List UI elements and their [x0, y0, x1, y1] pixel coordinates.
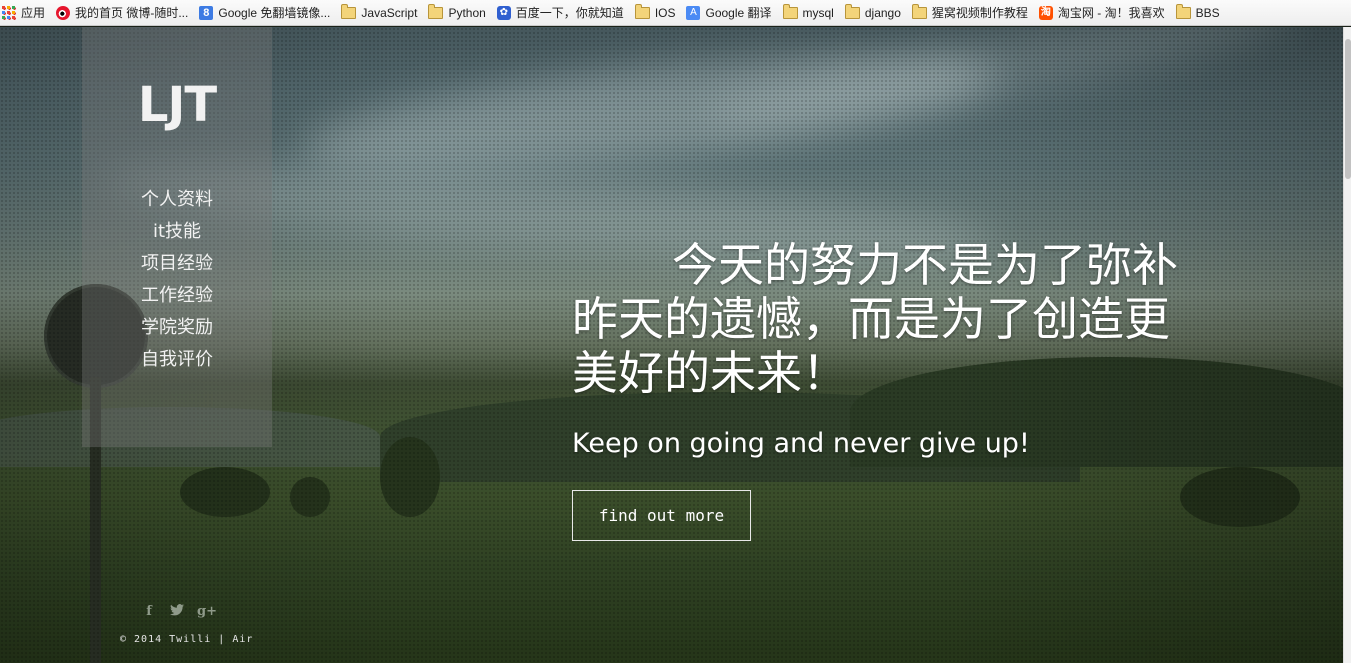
bookmark-label: mysql [802, 5, 834, 20]
find-out-more-button[interactable]: find out more [572, 490, 751, 541]
bookmark-taobao[interactable]: 淘 淘宝网 - 淘！我喜欢 [1038, 2, 1165, 24]
nav-item-awards[interactable]: 学院奖励 [82, 312, 272, 344]
social-links: f g+ [141, 604, 217, 620]
folder-icon [911, 3, 927, 19]
folder-icon [341, 3, 357, 19]
folder-icon [844, 3, 860, 19]
bookmark-apps[interactable]: 应用 [2, 2, 45, 24]
bookmark-folder-django[interactable]: django [844, 2, 901, 24]
bookmark-label: django [864, 5, 901, 20]
sidebar-nav: 个人资料 it技能 项目经验 工作经验 学院奖励 自我评价 [82, 184, 272, 376]
copyright-text: © 2014 Twilli | Air [120, 634, 254, 645]
bookmark-label: 淘宝网 - 淘！我喜欢 [1057, 6, 1165, 20]
apps-icon [2, 5, 16, 20]
nav-item-self-evaluation[interactable]: 自我评价 [82, 344, 272, 376]
google-translate-icon: A [686, 5, 701, 20]
bookmark-folder-video[interactable]: 猩窝视频制作教程 [911, 2, 1028, 24]
hero-subline: Keep on going and never give up! [572, 428, 1030, 459]
sidebar: LJT 个人资料 it技能 项目经验 工作经验 学院奖励 自我评价 [82, 27, 272, 447]
bookmark-baidu[interactable]: ✿ 百度一下，你就知道 [496, 2, 624, 24]
google-plus-icon[interactable]: g+ [197, 604, 217, 620]
bookmark-label: JavaScript [361, 5, 418, 20]
bookmark-folder-bbs[interactable]: BBS [1175, 2, 1220, 24]
bookmark-weibo[interactable]: 我的首页 微博-随时... [56, 2, 188, 24]
nav-item-work[interactable]: 工作经验 [82, 280, 272, 312]
bookmark-folder-javascript[interactable]: JavaScript [341, 2, 417, 24]
bookmark-folder-python[interactable]: Python [428, 2, 486, 24]
page-scrollbar[interactable] [1343, 27, 1351, 663]
nav-item-projects[interactable]: 项目经验 [82, 248, 272, 280]
baidu-icon: ✿ [496, 5, 511, 20]
bookmark-google-mirror[interactable]: 8 Google 免翻墙镜像... [199, 2, 330, 24]
bookmark-label: 百度一下，你就知道 [515, 6, 624, 20]
bookmark-label: 猩窝视频制作教程 [931, 6, 1028, 20]
site-logo[interactable]: LJT [82, 77, 272, 133]
bookmark-folder-mysql[interactable]: mysql [782, 2, 834, 24]
folder-icon [634, 3, 650, 19]
bookmarks-bar: 应用 我的首页 微博-随时... 8 Google 免翻墙镜像... JavaS… [0, 0, 1351, 26]
bookmark-label: Google 翻译 [705, 6, 772, 20]
bookmark-label: 应用 [21, 6, 46, 20]
folder-icon [782, 3, 798, 19]
taobao-icon: 淘 [1038, 5, 1053, 20]
hero-headline: 今天的努力不是为了弥补昨天的遗憾，而是为了创造更美好的未来！ [572, 238, 1178, 400]
bookmark-google-translate[interactable]: A Google 翻译 [686, 2, 772, 24]
bookmark-label: Python [448, 5, 486, 20]
bookmark-folder-ios[interactable]: IOS [634, 2, 676, 24]
scrollbar-thumb[interactable] [1345, 39, 1351, 179]
bookmark-label: 我的首页 微博-随时... [75, 6, 189, 20]
bookmark-label: Google 免翻墙镜像... [218, 6, 331, 20]
folder-icon [428, 3, 444, 19]
google-icon: 8 [199, 5, 214, 20]
twitter-icon[interactable] [169, 604, 185, 620]
nav-item-it-skills[interactable]: it技能 [82, 216, 272, 248]
weibo-icon [56, 5, 71, 20]
facebook-icon[interactable]: f [141, 604, 157, 620]
bookmark-label: IOS [654, 5, 676, 20]
folder-icon [1175, 3, 1191, 19]
bookmark-label: BBS [1195, 5, 1220, 20]
nav-item-profile[interactable]: 个人资料 [82, 184, 272, 216]
